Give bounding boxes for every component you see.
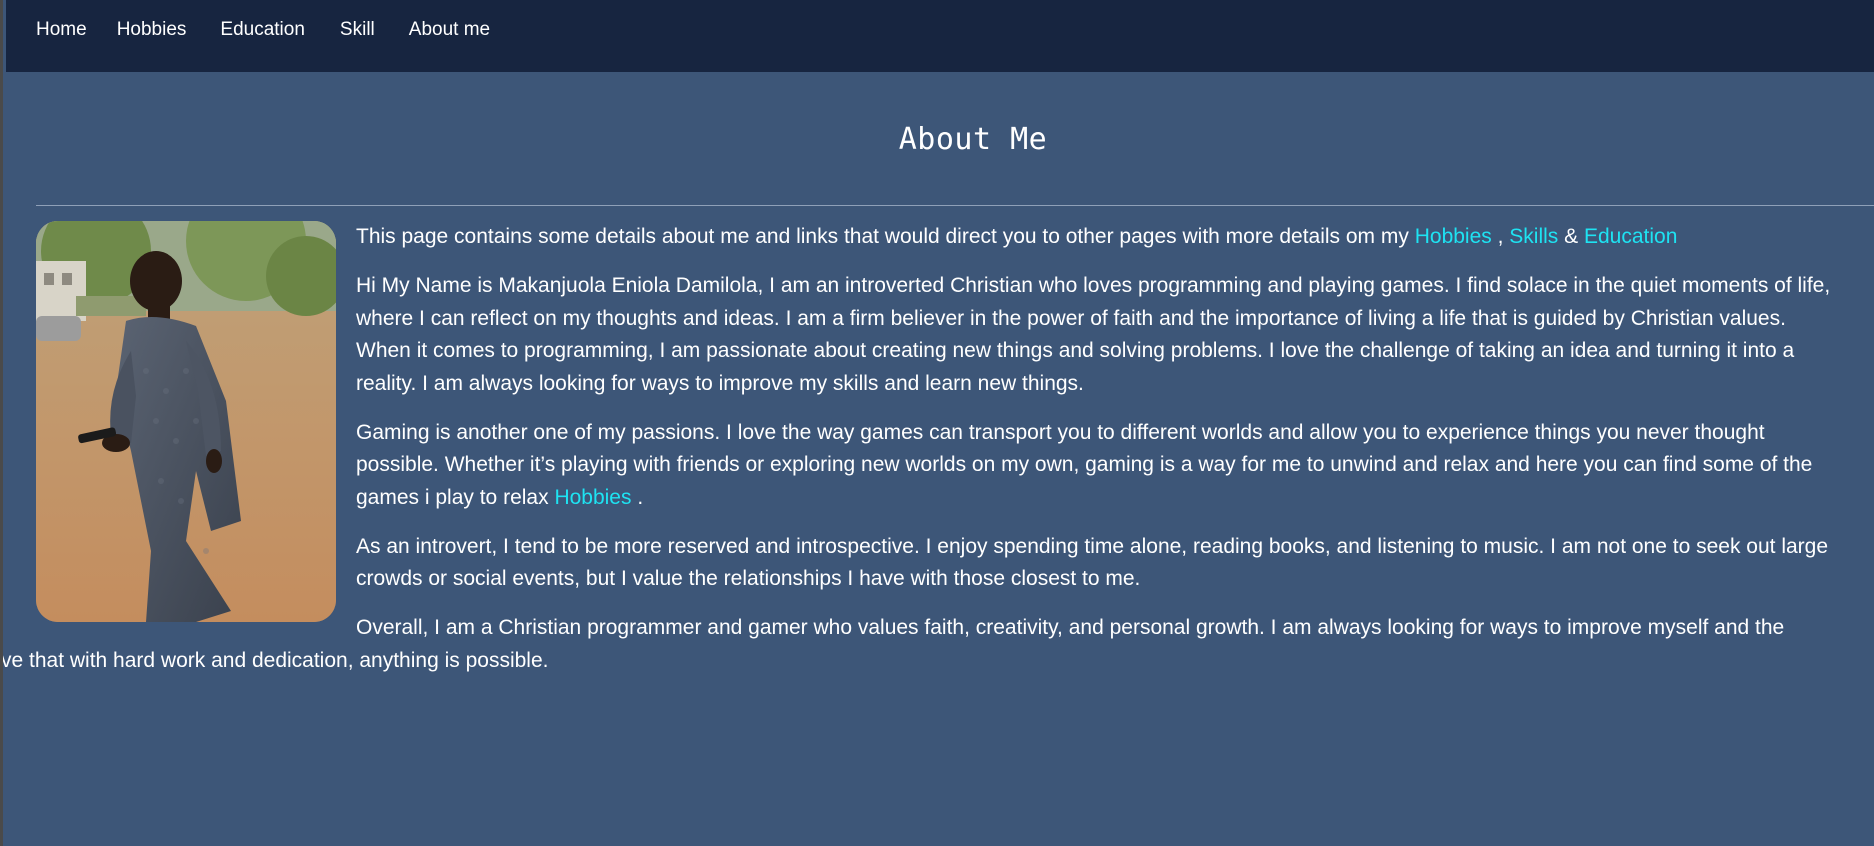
profile-photo [36,221,336,622]
nav-link-home[interactable]: Home [36,19,87,41]
nav-item-home: Home [36,19,117,41]
bio-line: where I can reflect on my thoughts and i… [356,306,1786,330]
bio-line: Hi My Name is Makanjuola Eniola Damilola… [356,274,1831,297]
introvert-line: As an introvert, I tend to be more reser… [356,534,1829,558]
intro-separator-2: & [1558,225,1584,248]
education-link[interactable]: Education [1584,225,1677,248]
about-content: This page contains some details about me… [3,221,1874,694]
nav-item-about-me: About me [409,19,520,41]
page-title: About Me [898,122,1048,157]
nav-item-hobbies: Hobbies [117,19,221,41]
gaming-line: games i play to relax [356,485,555,509]
gaming-line: possible. Whether it’s playing with frie… [356,453,1813,476]
bio-line: reality. I am always looking for ways to… [356,371,1084,395]
nav-link-education[interactable]: Education [220,19,305,41]
gaming-line: Gaming is another one of my passions. I … [356,420,1765,444]
profile-photo-illustration [36,221,336,622]
nav-list: Home Hobbies Education Skill About me [36,19,520,41]
nav-link-hobbies[interactable]: Hobbies [117,19,187,41]
summary-line: world around me, and I believe that with… [0,648,549,672]
intro-text: This page contains some details about me… [356,225,1415,248]
gaming-line-end: . [631,485,644,509]
hobbies-link[interactable]: Hobbies [1415,225,1492,248]
introvert-line: crowds or social events, but I value the… [356,567,1141,590]
page: Home Hobbies Education Skill About me Ab… [0,0,1874,846]
summary-line: Overall, I am a Christian programmer and… [356,616,1785,639]
bio-line: When it comes to programming, I am passi… [356,339,1795,362]
nav-link-skill[interactable]: Skill [340,19,375,41]
skills-link[interactable]: Skills [1509,225,1558,248]
top-navbar: Home Hobbies Education Skill About me [6,0,1874,72]
nav-link-about-me[interactable]: About me [409,19,490,41]
hobbies-link-inline[interactable]: Hobbies [554,486,631,509]
title-divider [36,205,1874,206]
intro-separator-1: , [1491,225,1510,248]
nav-item-education: Education [220,19,340,41]
nav-item-skill: Skill [340,19,409,41]
